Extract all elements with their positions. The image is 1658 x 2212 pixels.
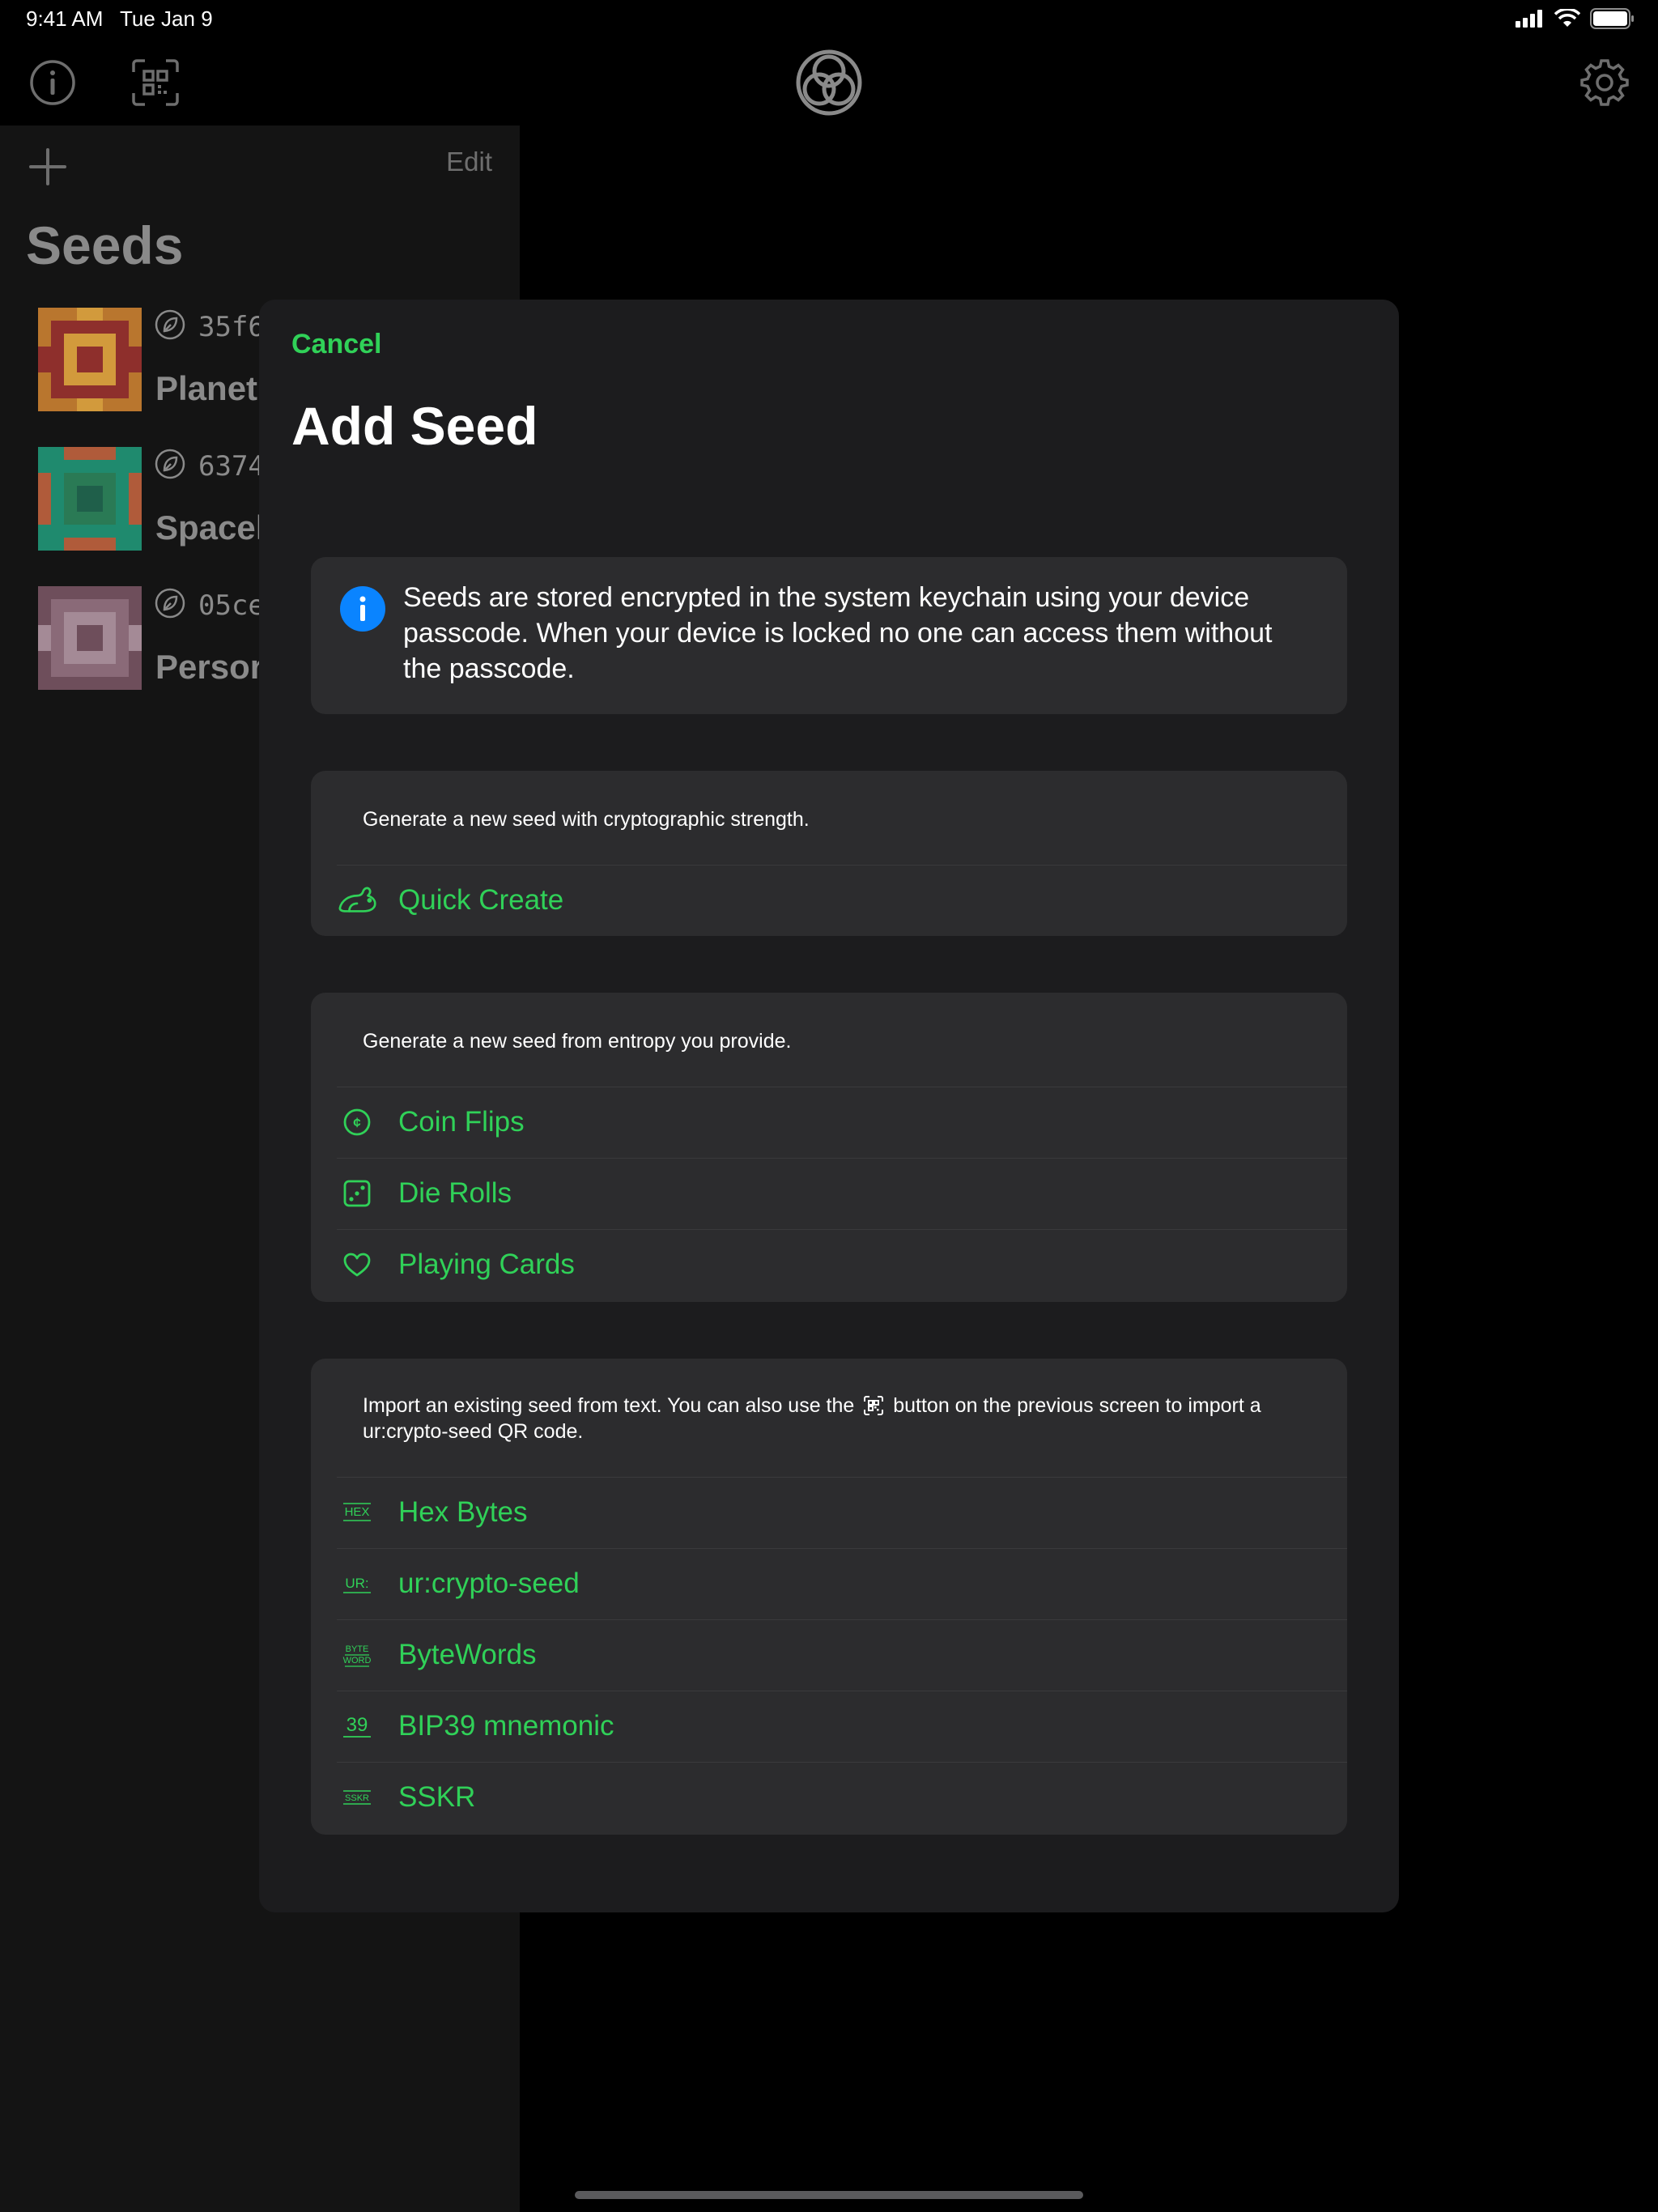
die-rolls-button[interactable]: Die Rolls xyxy=(311,1158,1347,1229)
section-description: Generate a new seed from entropy you pro… xyxy=(363,1030,792,1053)
playing-cards-button[interactable]: Playing Cards xyxy=(311,1229,1347,1300)
sheet-title: Add Seed xyxy=(291,396,538,456)
row-label: ByteWords xyxy=(398,1639,537,1670)
die-icon xyxy=(337,1176,377,1211)
description-part-2: button on the previous screen to import … xyxy=(893,1394,1261,1417)
cellular-icon xyxy=(1516,10,1542,28)
heart-icon xyxy=(337,1247,377,1283)
seed-lifehash-image xyxy=(38,586,142,690)
ur-icon: UR: xyxy=(337,1566,377,1602)
seed-lifehash-image xyxy=(38,308,142,411)
row-label: Die Rolls xyxy=(398,1177,512,1209)
bytewords-icon: BYTE WORD xyxy=(337,1637,377,1673)
app-logo xyxy=(795,49,863,117)
edit-button[interactable]: Edit xyxy=(446,147,492,177)
sskr-icon: SSKR xyxy=(337,1780,377,1815)
row-label: Playing Cards xyxy=(398,1249,575,1280)
info-button[interactable] xyxy=(27,57,79,108)
ur-icon-text: UR: xyxy=(345,1576,368,1591)
row-label: Quick Create xyxy=(398,884,564,916)
info-circle-icon xyxy=(30,60,75,105)
bytewords-icon-text-1: BYTE xyxy=(346,1644,369,1654)
sskr-button[interactable]: SSKR SSKR xyxy=(311,1762,1347,1833)
coin-icon: ¢ xyxy=(337,1104,377,1140)
section-description: Import an existing seed from text. You c… xyxy=(363,1393,1302,1444)
qr-scan-icon xyxy=(132,59,179,106)
seed-id: 05ce xyxy=(198,589,265,622)
hex-icon-text: HEX xyxy=(345,1505,370,1519)
row-label: BIP39 mnemonic xyxy=(398,1710,614,1742)
bytewords-icon-text-2: WORD xyxy=(343,1656,372,1665)
add-seed-button[interactable] xyxy=(28,147,68,187)
generate-section: Generate a new seed with cryptographic s… xyxy=(311,771,1347,936)
scan-qr-button[interactable] xyxy=(130,57,181,108)
cancel-button[interactable]: Cancel xyxy=(291,329,382,360)
quick-create-button[interactable]: Quick Create xyxy=(311,865,1347,936)
seed-leaf-icon xyxy=(155,309,185,340)
seed-id: 6374 xyxy=(198,450,265,483)
qr-scan-inline-icon xyxy=(864,1396,884,1415)
seed-name: Persor xyxy=(155,648,264,686)
seed-leaf-icon xyxy=(155,449,185,479)
wifi-icon xyxy=(1554,9,1580,27)
seed-lifehash-image xyxy=(38,447,142,551)
bip39-mnemonic-button[interactable]: 39 BIP39 mnemonic xyxy=(311,1691,1347,1762)
plus-icon xyxy=(29,148,66,185)
status-date: Tue Jan 9 xyxy=(120,6,213,31)
seed-name: Planet xyxy=(155,369,258,407)
bytewords-button[interactable]: BYTE WORD ByteWords xyxy=(311,1619,1347,1691)
settings-button[interactable] xyxy=(1579,57,1630,108)
battery-icon xyxy=(1590,8,1634,29)
description-line-2: ur:crypto-seed QR code. xyxy=(363,1420,584,1443)
row-label: Coin Flips xyxy=(398,1106,525,1138)
ur-crypto-seed-button[interactable]: UR: ur:crypto-seed xyxy=(311,1548,1347,1619)
seed-name: Spacel xyxy=(155,508,266,547)
bip39-icon: 39 xyxy=(337,1708,377,1744)
import-section: Import an existing seed from text. You c… xyxy=(311,1359,1347,1835)
section-description: Generate a new seed with cryptographic s… xyxy=(363,808,810,831)
status-icons xyxy=(1516,8,1635,29)
rabbit-icon xyxy=(337,883,377,918)
hex-icon: HEX xyxy=(337,1495,377,1530)
row-label: ur:crypto-seed xyxy=(398,1568,580,1599)
home-indicator xyxy=(575,2191,1083,2199)
sidebar-title: Seeds xyxy=(26,215,184,275)
seed-leaf-icon xyxy=(155,588,185,619)
status-time: 9:41 AM xyxy=(26,6,104,31)
bip39-icon-text: 39 xyxy=(346,1714,368,1736)
info-text: Seeds are stored encrypted in the system… xyxy=(403,582,1273,684)
row-label: SSKR xyxy=(398,1781,476,1813)
info-icon xyxy=(340,586,385,632)
gear-icon xyxy=(1580,59,1629,106)
description-part-1: Import an existing seed from text. You c… xyxy=(363,1394,855,1417)
sskr-icon-text: SSKR xyxy=(345,1793,369,1803)
hex-bytes-button[interactable]: HEX Hex Bytes xyxy=(311,1477,1347,1548)
entropy-section: Generate a new seed from entropy you pro… xyxy=(311,993,1347,1302)
add-seed-sheet: Cancel Add Seed Seeds are stored encrypt… xyxy=(259,300,1399,1912)
row-label: Hex Bytes xyxy=(398,1496,528,1528)
info-card: Seeds are stored encrypted in the system… xyxy=(311,557,1347,714)
interlocking-rings-logo-icon xyxy=(796,49,862,116)
coin-flips-button[interactable]: ¢ Coin Flips xyxy=(311,1087,1347,1158)
seed-id: 35f6 xyxy=(198,311,265,343)
svg-text:¢: ¢ xyxy=(353,1115,361,1130)
